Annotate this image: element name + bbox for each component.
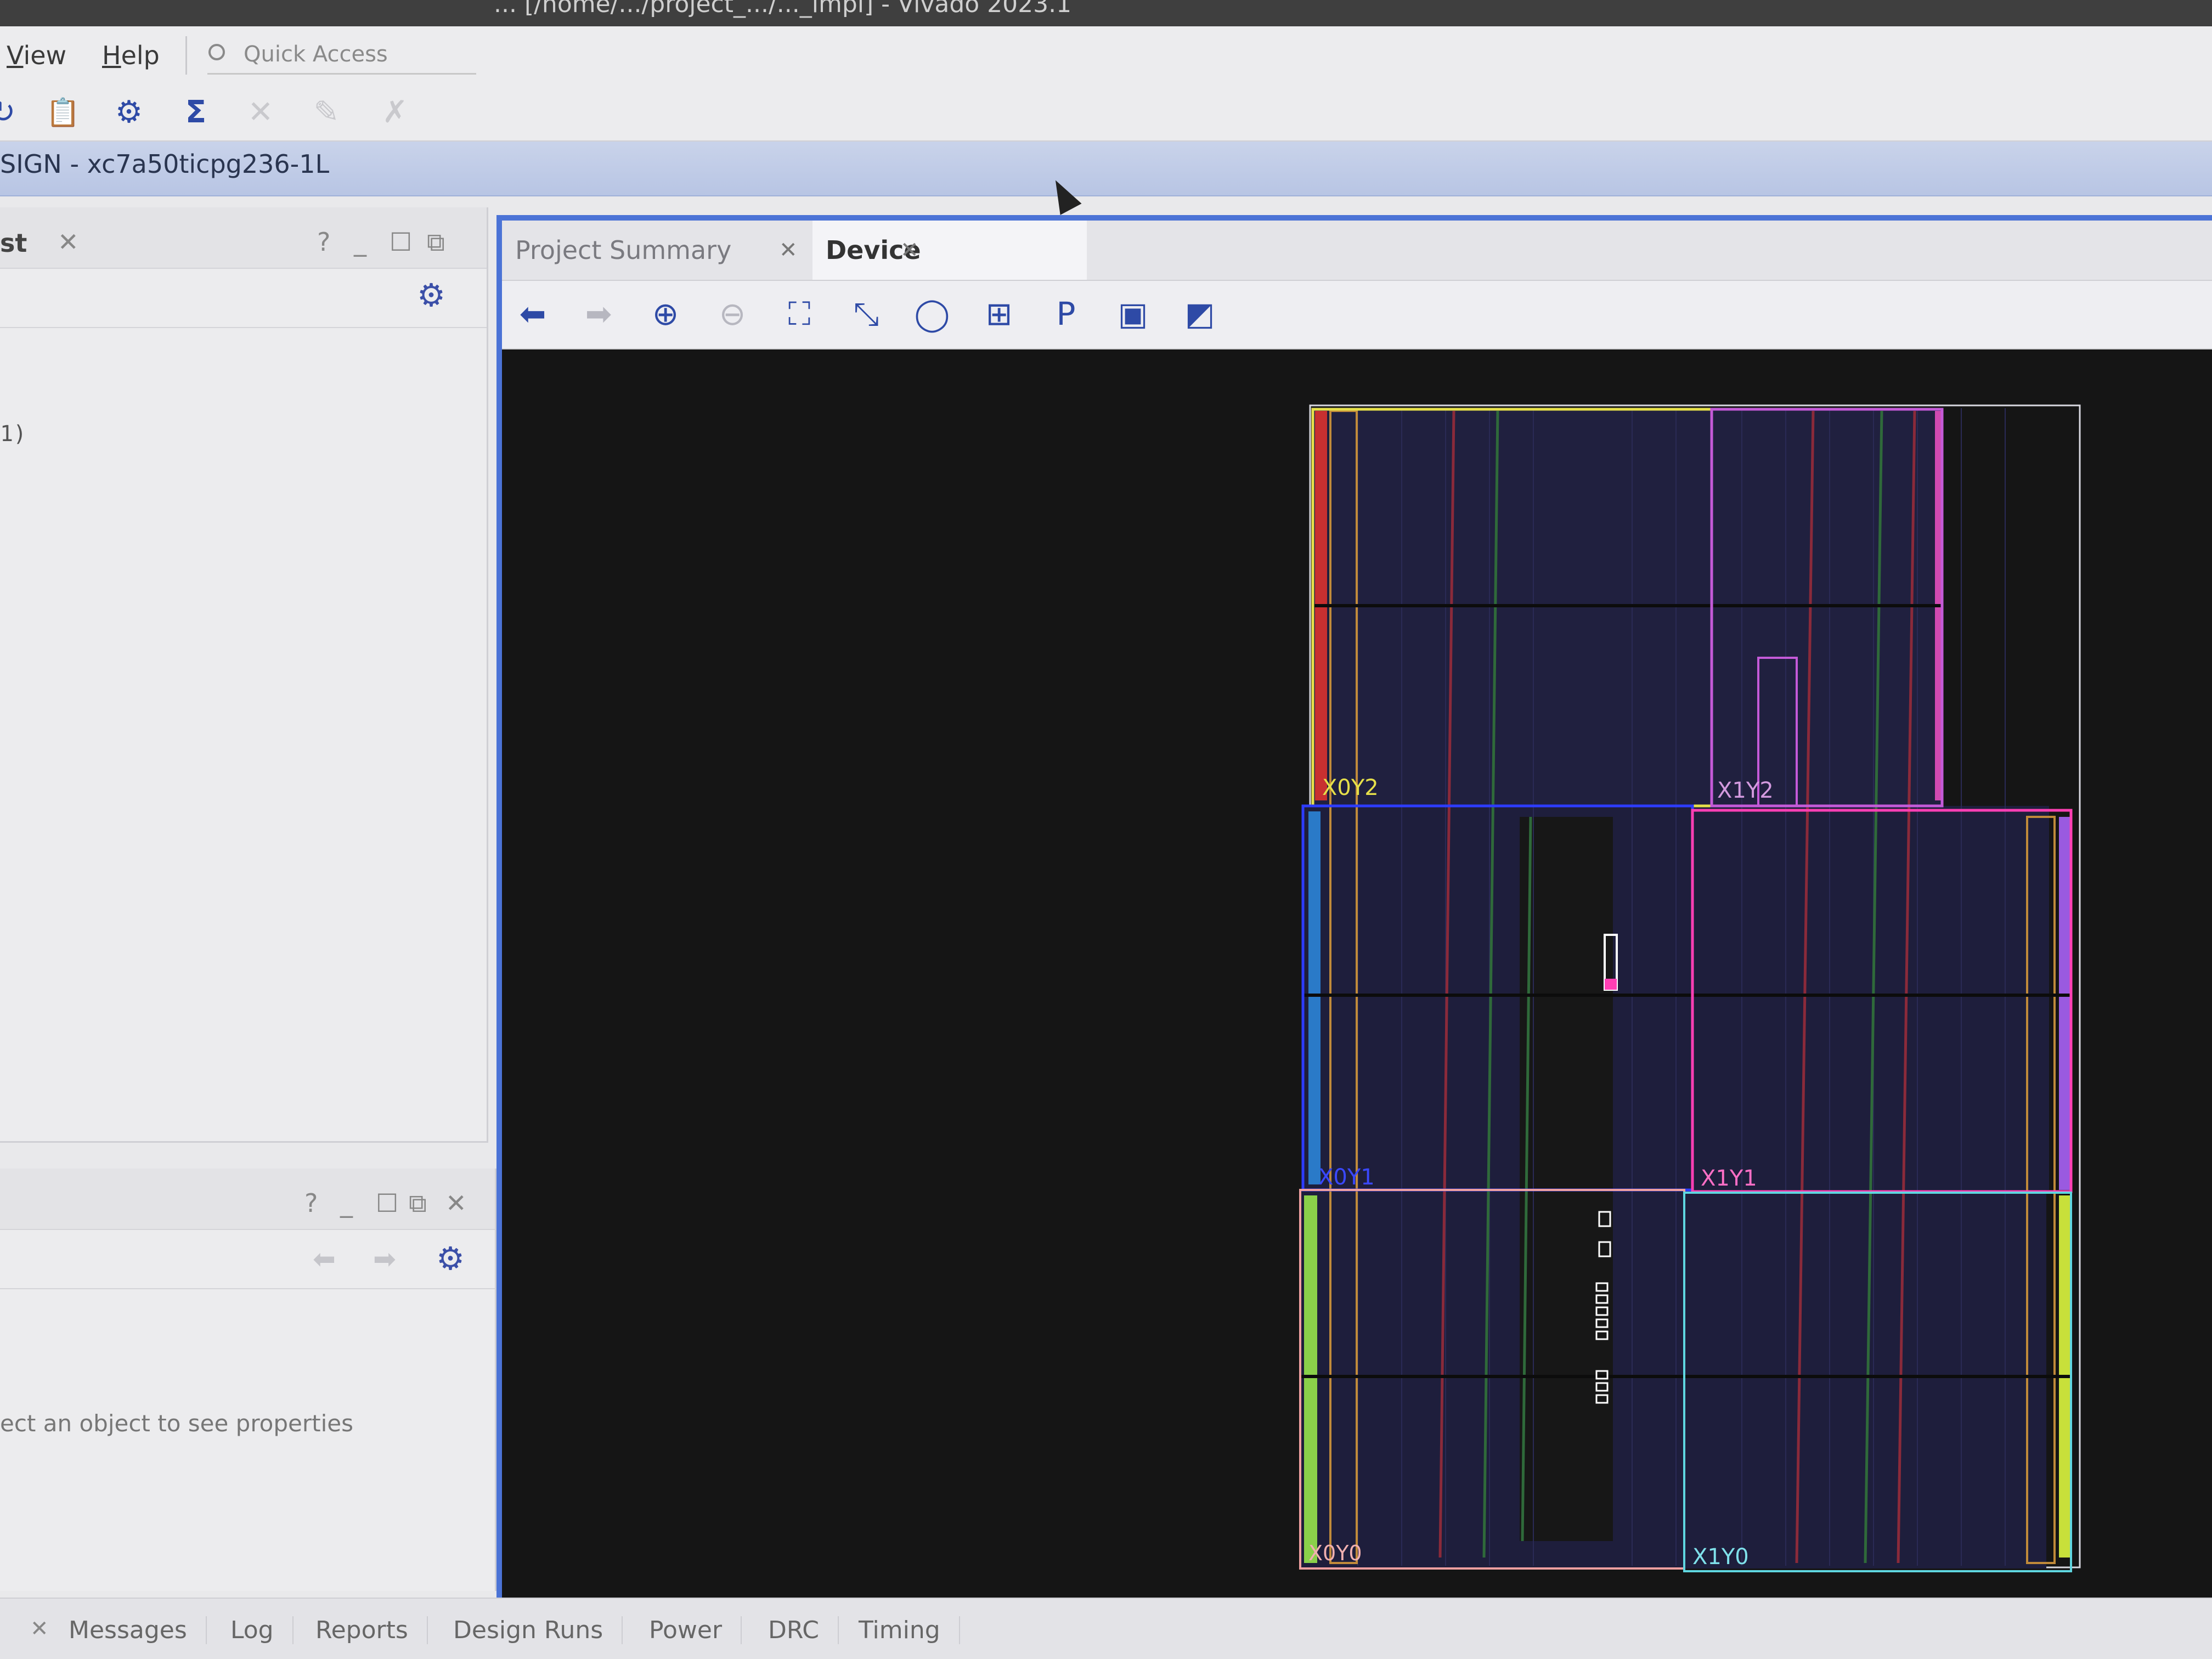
disabled-tool-icon-2: ✎	[313, 94, 340, 130]
tab-label: Project Summary	[515, 235, 732, 265]
close-icon[interactable]: ✕	[30, 1616, 49, 1641]
menu-view[interactable]: View	[7, 41, 66, 70]
add-pblock-icon[interactable]: P	[1046, 294, 1086, 334]
minimize-icon[interactable]: _	[340, 1188, 353, 1218]
maximize-icon[interactable]: ☐	[390, 227, 412, 257]
tab-power[interactable]: Power	[649, 1616, 742, 1644]
fpga-floorplan: X0Y2 X1Y2 X0Y1 X1Y1 X0Y0 X1Y0	[1299, 404, 2081, 1572]
properties-panel-toolbar: ⬅ ➡ ⚙	[0, 1229, 495, 1289]
refresh-icon[interactable]: ↻	[0, 93, 22, 132]
editor-tab-bar: Project Summary ✕ Device ✕	[502, 221, 2212, 281]
tab-messages[interactable]: Messages	[69, 1616, 207, 1644]
back-arrow-icon[interactable]: ⬅	[513, 294, 552, 334]
window-title: ... [/home/.../project_.../..._impl] - V…	[494, 0, 1072, 18]
sources-panel-header: st ✕ ? _ ☐ ⧉	[0, 207, 487, 269]
properties-hint: ect an object to see properties	[0, 1410, 353, 1437]
close-icon[interactable]: ✕	[445, 1188, 467, 1218]
maximize-icon[interactable]: ☐	[376, 1188, 398, 1218]
quick-access-placeholder: Quick Access	[244, 42, 388, 67]
forward-arrow-icon: ➡	[373, 1243, 396, 1275]
show-connections-icon[interactable]: ◩	[1180, 294, 1220, 334]
io-bank-bar	[1304, 1195, 1317, 1563]
tab-reports[interactable]: Reports	[315, 1616, 428, 1644]
forward-arrow-icon: ➡	[585, 295, 612, 332]
menu-help[interactable]: Help	[102, 41, 160, 70]
device-view-window: Project Summary ✕ Device ✕ ⬅ ➡ ⊕ ⊖ ⛶ ⤡ ◯…	[496, 215, 2212, 1603]
region-fill	[1303, 806, 1692, 1190]
region-label-X0Y0: X0Y0	[1308, 1541, 1362, 1565]
help-icon[interactable]: ?	[304, 1188, 318, 1218]
region-label-X0Y1: X0Y1	[1318, 1165, 1375, 1190]
minimize-icon[interactable]: _	[354, 227, 366, 257]
tab-project-summary[interactable]: Project Summary ✕	[502, 221, 809, 280]
disabled-tool-icon-3: ✗	[382, 94, 408, 130]
tab-drc[interactable]: DRC	[768, 1616, 839, 1644]
zoom-fit-icon[interactable]: ⛶	[780, 294, 819, 334]
sources-panel-toolbar: ⚙	[0, 268, 487, 328]
clipboard-check-icon[interactable]: 📋	[44, 93, 82, 132]
device-toolbar: ⬅ ➡ ⊕ ⊖ ⛶ ⤡ ◯ ⊞ P ▣ ◩	[502, 281, 2212, 349]
region-label-X1Y0: X1Y0	[1692, 1544, 1749, 1570]
close-icon[interactable]: ✕	[779, 221, 798, 280]
close-icon[interactable]: ✕	[900, 221, 919, 280]
close-tab-icon[interactable]: ✕	[58, 227, 79, 257]
disabled-tool-icon-1: ✕	[247, 94, 274, 130]
sigma-icon[interactable]: Σ	[177, 93, 215, 132]
sources-tab-label[interactable]: st	[0, 228, 27, 258]
window-title-bar: ... [/home/.../project_.../..._impl] - V…	[0, 0, 2212, 26]
region-label-X1Y1: X1Y1	[1701, 1166, 1757, 1191]
menu-divider	[185, 36, 187, 75]
tab-log[interactable]: Log	[230, 1616, 294, 1644]
tab-device[interactable]: Device ✕	[812, 221, 1087, 280]
properties-panel-header: ? _ ☐ ⧉ ✕	[0, 1169, 495, 1230]
source-tree-line[interactable]: 1)	[0, 421, 26, 447]
float-icon[interactable]: ⧉	[427, 227, 445, 258]
properties-panel: ? _ ☐ ⧉ ✕ ⬅ ➡ ⚙ ect an object to see pro…	[0, 1169, 496, 1591]
quick-access-input[interactable]: Quick Access	[207, 38, 476, 75]
sources-panel: st ✕ ? _ ☐ ⧉ ⚙ 1)	[0, 207, 488, 1143]
status-tab-bar: ✕ Messages Log Reports Design Runs Power…	[0, 1598, 2212, 1659]
tab-timing[interactable]: Timing	[859, 1616, 960, 1644]
zoom-in-icon[interactable]: ⊕	[646, 294, 685, 334]
zoom-out-icon: ⊖	[719, 295, 746, 332]
float-icon[interactable]: ⧉	[409, 1188, 427, 1219]
design-part-label: SIGN - xc7a50ticpg236-1L	[0, 149, 330, 179]
region-label-X1Y2: X1Y2	[1717, 778, 1774, 803]
zoom-selection-icon[interactable]: ⤡	[847, 294, 886, 334]
main-toolbar: ↻ 📋 ⚙ Σ ✕ ✎ ✗	[0, 87, 2212, 142]
help-icon[interactable]: ?	[317, 227, 330, 257]
menu-bar: View Help Quick Access	[0, 26, 2212, 87]
autofit-selection-icon[interactable]: ◯	[912, 294, 952, 334]
select-area-icon[interactable]: ▣	[1113, 294, 1153, 334]
implemented-design-header: SIGN - xc7a50ticpg236-1L	[0, 142, 2212, 196]
routing-resources-icon[interactable]: ⊞	[979, 294, 1019, 334]
panel-settings-gear-icon[interactable]: ⚙	[417, 276, 445, 314]
back-arrow-icon: ⬅	[313, 1243, 336, 1275]
settings-gear-icon[interactable]: ⚙	[110, 93, 148, 132]
panel-settings-gear-icon[interactable]: ⚙	[436, 1240, 465, 1277]
io-bank-bar	[2059, 817, 2071, 1190]
placed-cell	[1605, 979, 1617, 990]
region-label-X0Y2: X0Y2	[1322, 775, 1379, 800]
tab-design-runs[interactable]: Design Runs	[453, 1616, 623, 1644]
search-icon	[208, 44, 225, 60]
device-canvas[interactable]: X0Y2 X1Y2 X0Y1 X1Y1 X0Y0 X1Y0	[502, 351, 2212, 1603]
io-bank-bar	[1308, 811, 1321, 1184]
